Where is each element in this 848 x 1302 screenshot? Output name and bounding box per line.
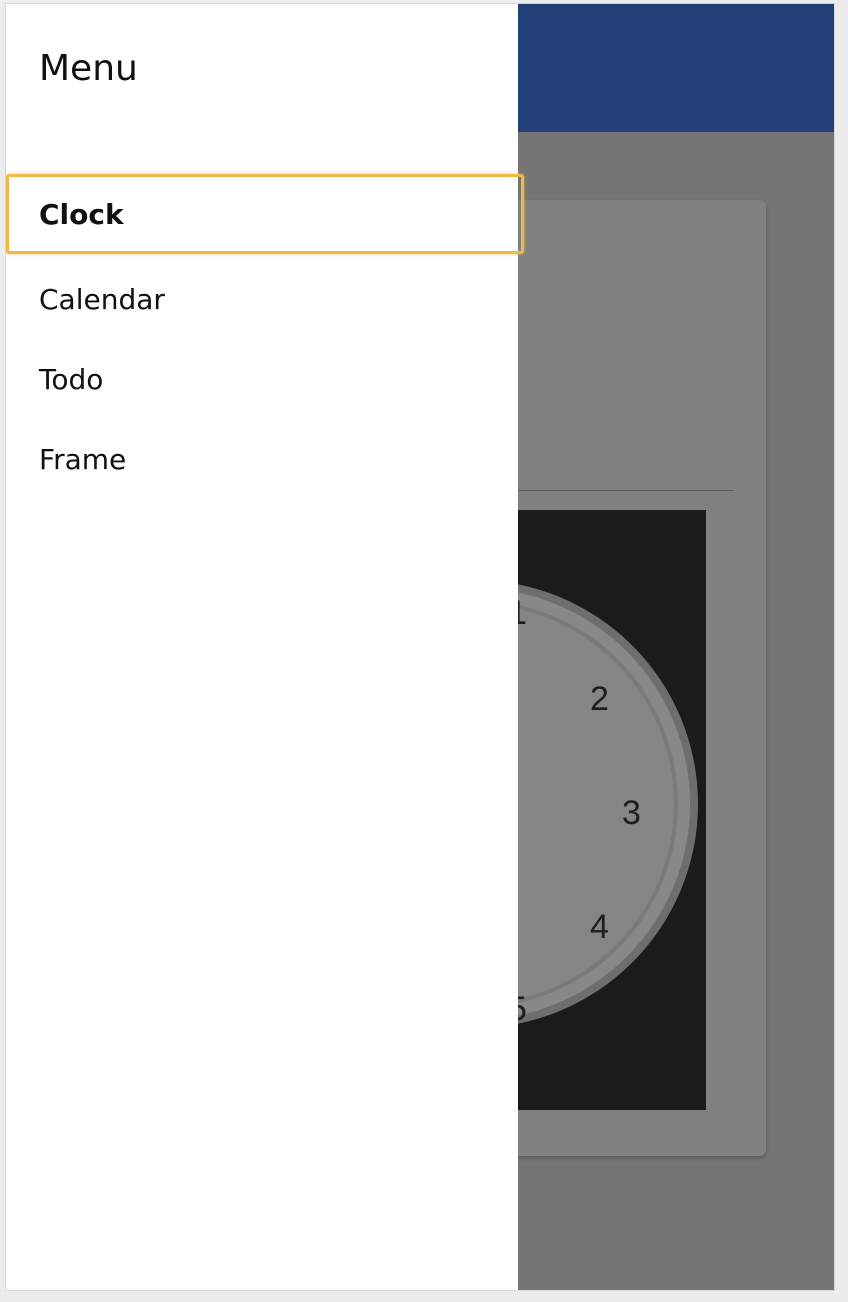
clock-numeral-3: 3 [622,794,641,832]
menu-item-label: Calendar [39,282,165,316]
clock-numeral-2: 2 [590,680,609,718]
menu-item-label: Frame [39,442,127,476]
drawer-title: Menu [39,48,138,89]
app-viewport: 1 2 3 4 5 Menu Clock Calendar Todo Frame [6,4,834,1290]
navigation-drawer: Menu Clock Calendar Todo Frame [6,4,524,1290]
card-divider [486,490,733,491]
menu-item-frame[interactable]: Frame [6,419,518,499]
clock-numeral-4: 4 [590,908,609,946]
menu-item-label: Todo [39,362,104,396]
menu-item-label: Clock [39,197,124,231]
menu-item-todo[interactable]: Todo [6,339,518,419]
menu-item-calendar[interactable]: Calendar [6,259,518,339]
clock-widget: 1 2 3 4 5 [486,510,706,1110]
menu-item-clock[interactable]: Clock [6,174,524,254]
